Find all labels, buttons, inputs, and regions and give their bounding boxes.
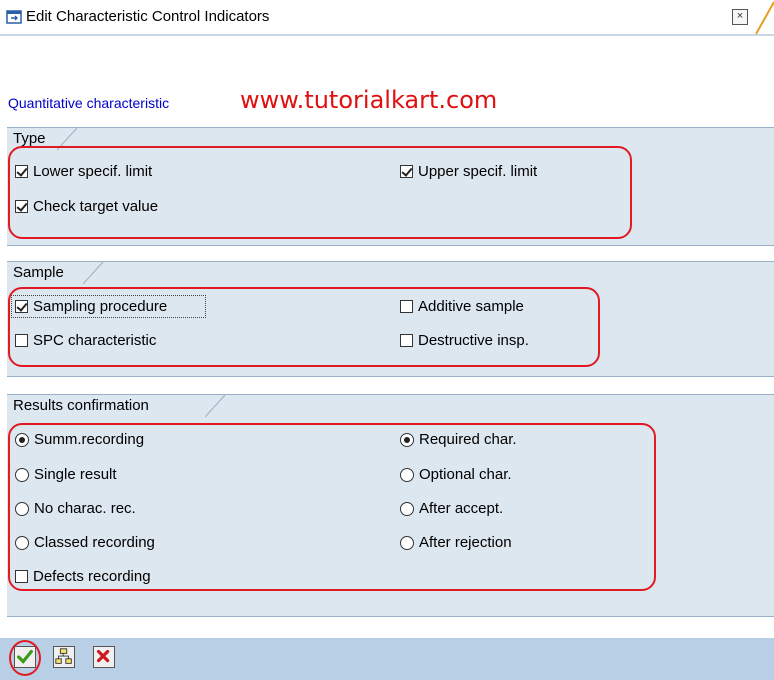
sample-group-title: Sample: [7, 261, 70, 284]
watermark: www.tutorialkart.com: [240, 86, 498, 114]
tab-edge: [205, 394, 226, 417]
title-divider: [0, 34, 774, 36]
highlight-confirm: [9, 640, 41, 676]
close-icon[interactable]: ×: [732, 9, 748, 25]
highlight-type: [8, 146, 632, 239]
highlight-sample: [8, 287, 600, 367]
results-group-title: Results confirmation: [7, 394, 155, 417]
tab-edge: [83, 261, 104, 284]
title-corner-decoration: [755, 1, 774, 35]
title-bar: Edit Characteristic Control Indicators ×: [0, 0, 774, 36]
window-title: Edit Characteristic Control Indicators: [26, 8, 270, 25]
cancel-x-icon[interactable]: [93, 646, 115, 668]
edit-window-icon: [6, 10, 22, 24]
highlight-results: [8, 423, 656, 591]
footer-toolbar: [0, 638, 774, 680]
hierarchy-icon[interactable]: [53, 646, 75, 668]
characteristic-type-label: Quantitative characteristic: [8, 95, 170, 111]
